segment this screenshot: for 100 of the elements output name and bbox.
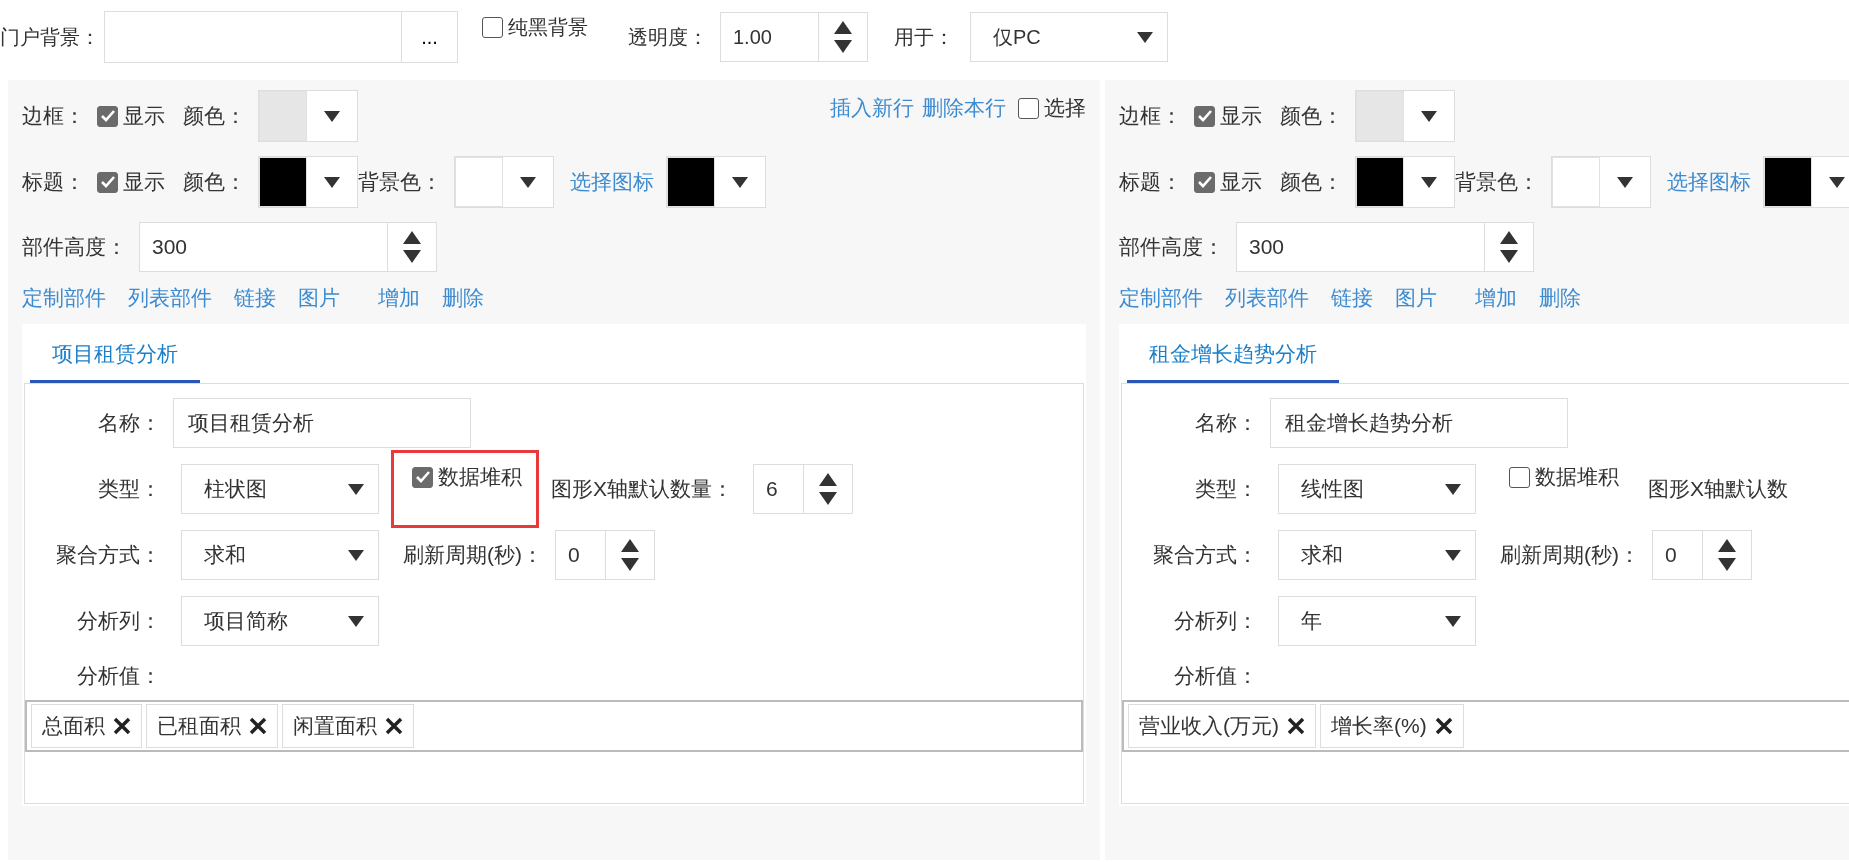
field-label: 门户背景： xyxy=(0,24,100,50)
field-label: 聚合方式： xyxy=(55,542,161,568)
caret-icon xyxy=(1445,615,1461,627)
check-icon xyxy=(100,110,115,122)
dropdown[interactable]: 年 xyxy=(1278,596,1476,646)
name-field[interactable]: 租金增长趋势分析 xyxy=(1270,398,1568,448)
dropdown[interactable]: 线性图 xyxy=(1278,464,1476,514)
field-label: 边框： xyxy=(22,103,85,129)
tag-label: 总面积 xyxy=(42,713,105,739)
tag-label: 已租面积 xyxy=(157,713,241,739)
tab[interactable]: 项目租赁分析 xyxy=(30,330,200,383)
number-field[interactable]: 300 xyxy=(1236,222,1534,272)
field-label: 分析值： xyxy=(76,663,161,689)
close-icon[interactable] xyxy=(113,717,131,735)
field-label: 透明度： xyxy=(628,24,708,50)
increment-arrow-button[interactable] xyxy=(1500,231,1518,244)
dropdown[interactable]: 求和 xyxy=(1278,530,1476,580)
checkbox[interactable] xyxy=(1194,171,1215,193)
field-label: 类型： xyxy=(1194,476,1258,502)
decrement-arrow-button[interactable] xyxy=(621,558,639,571)
tag-label: 营业收入(万元) xyxy=(1139,713,1279,739)
color-picker[interactable] xyxy=(258,90,358,142)
color-picker[interactable] xyxy=(258,156,358,208)
color-picker[interactable] xyxy=(454,156,554,208)
caret-icon xyxy=(520,176,536,188)
tag-input[interactable]: 总面积 已租面积 闲置面积 xyxy=(25,700,1083,752)
checkbox[interactable] xyxy=(1018,97,1039,119)
color-picker[interactable] xyxy=(1551,156,1651,208)
decrement-arrow-button[interactable] xyxy=(834,40,852,53)
increment-arrow-button[interactable] xyxy=(621,539,639,552)
field-label: 分析列： xyxy=(1173,608,1258,634)
field-label: 名称： xyxy=(1194,410,1258,436)
number-field[interactable]: 0 xyxy=(555,530,655,580)
field-label: 刷新周期(秒)： xyxy=(403,542,543,568)
increment-arrow-button[interactable] xyxy=(403,231,421,244)
number-field[interactable]: 1.00 xyxy=(720,12,868,62)
field-label: 颜色： xyxy=(183,169,246,195)
checkbox[interactable] xyxy=(1509,466,1530,488)
color-picker[interactable] xyxy=(1355,90,1455,142)
color-picker[interactable] xyxy=(666,156,766,208)
dropdown[interactable]: 柱状图 xyxy=(181,464,379,514)
field-label: 标题： xyxy=(1119,169,1182,195)
increment-arrow-button[interactable] xyxy=(834,21,852,34)
number-field[interactable]: 300 xyxy=(139,222,437,272)
field-label: 聚合方式： xyxy=(1152,542,1258,568)
close-icon[interactable] xyxy=(1287,717,1305,735)
field-label: 背景色： xyxy=(1455,169,1539,195)
field-label: 分析值： xyxy=(1173,663,1258,689)
field-label: 类型： xyxy=(97,476,161,502)
field-label: 颜色： xyxy=(1280,103,1343,129)
increment-arrow-button[interactable] xyxy=(1718,539,1736,552)
close-icon[interactable] xyxy=(385,717,403,735)
dropdown[interactable]: 仅PC xyxy=(970,12,1168,62)
checkbox-label: 显示 xyxy=(1220,169,1262,195)
check-icon xyxy=(100,176,115,188)
tab[interactable]: 租金增长趋势分析 xyxy=(1127,330,1339,383)
check-icon xyxy=(1197,176,1212,188)
color-picker[interactable] xyxy=(1763,156,1849,208)
decrement-arrow-button[interactable] xyxy=(1718,558,1736,571)
tag-input[interactable]: 营业收入(万元) 增长率(%) xyxy=(1122,700,1849,752)
check-icon xyxy=(1197,110,1212,122)
dropdown[interactable]: 求和 xyxy=(181,530,379,580)
number-field[interactable]: 0 xyxy=(1652,530,1752,580)
tag-label: 增长率(%) xyxy=(1331,713,1427,739)
color-picker[interactable] xyxy=(1355,156,1455,208)
caret-icon xyxy=(348,549,364,561)
checkbox[interactable] xyxy=(97,171,118,193)
field-label: 颜色： xyxy=(1280,169,1343,195)
field-label: 背景色： xyxy=(358,169,442,195)
increment-arrow-button[interactable] xyxy=(819,473,837,486)
checkbox-label: 数据堆积 xyxy=(1535,464,1619,490)
checkbox-label: 数据堆积 xyxy=(438,464,522,490)
dropdown[interactable]: 项目简称 xyxy=(181,596,379,646)
field-label: 用于： xyxy=(894,24,954,50)
decrement-arrow-button[interactable] xyxy=(819,492,837,505)
close-icon[interactable] xyxy=(249,717,267,735)
checkbox[interactable] xyxy=(482,17,503,38)
checkbox-label: 显示 xyxy=(123,103,165,129)
caret-icon xyxy=(732,176,748,188)
number-field[interactable]: 6 xyxy=(753,464,853,514)
field-label: 图形X轴默认数量： xyxy=(551,476,733,502)
caret-icon xyxy=(1829,176,1845,188)
field-label: 边框： xyxy=(1119,103,1182,129)
checkbox[interactable] xyxy=(1194,105,1215,127)
caret-icon xyxy=(1445,483,1461,495)
field-label: 分析列： xyxy=(76,608,161,634)
field-label: 名称： xyxy=(97,410,161,436)
checkbox[interactable] xyxy=(97,105,118,127)
tag-label: 闲置面积 xyxy=(293,713,377,739)
field-label: 部件高度： xyxy=(1119,234,1224,260)
field-label: 颜色： xyxy=(183,103,246,129)
checkbox-label: 纯黑背景 xyxy=(508,15,588,40)
close-icon[interactable] xyxy=(1434,717,1453,735)
checkbox[interactable] xyxy=(412,466,433,488)
decrement-arrow-button[interactable] xyxy=(403,250,421,263)
name-field[interactable]: 项目租赁分析 xyxy=(173,398,471,448)
browse-button[interactable]: ... xyxy=(402,11,458,63)
checkbox-label: 显示 xyxy=(123,169,165,195)
caret-icon xyxy=(348,483,364,495)
decrement-arrow-button[interactable] xyxy=(1500,250,1518,263)
